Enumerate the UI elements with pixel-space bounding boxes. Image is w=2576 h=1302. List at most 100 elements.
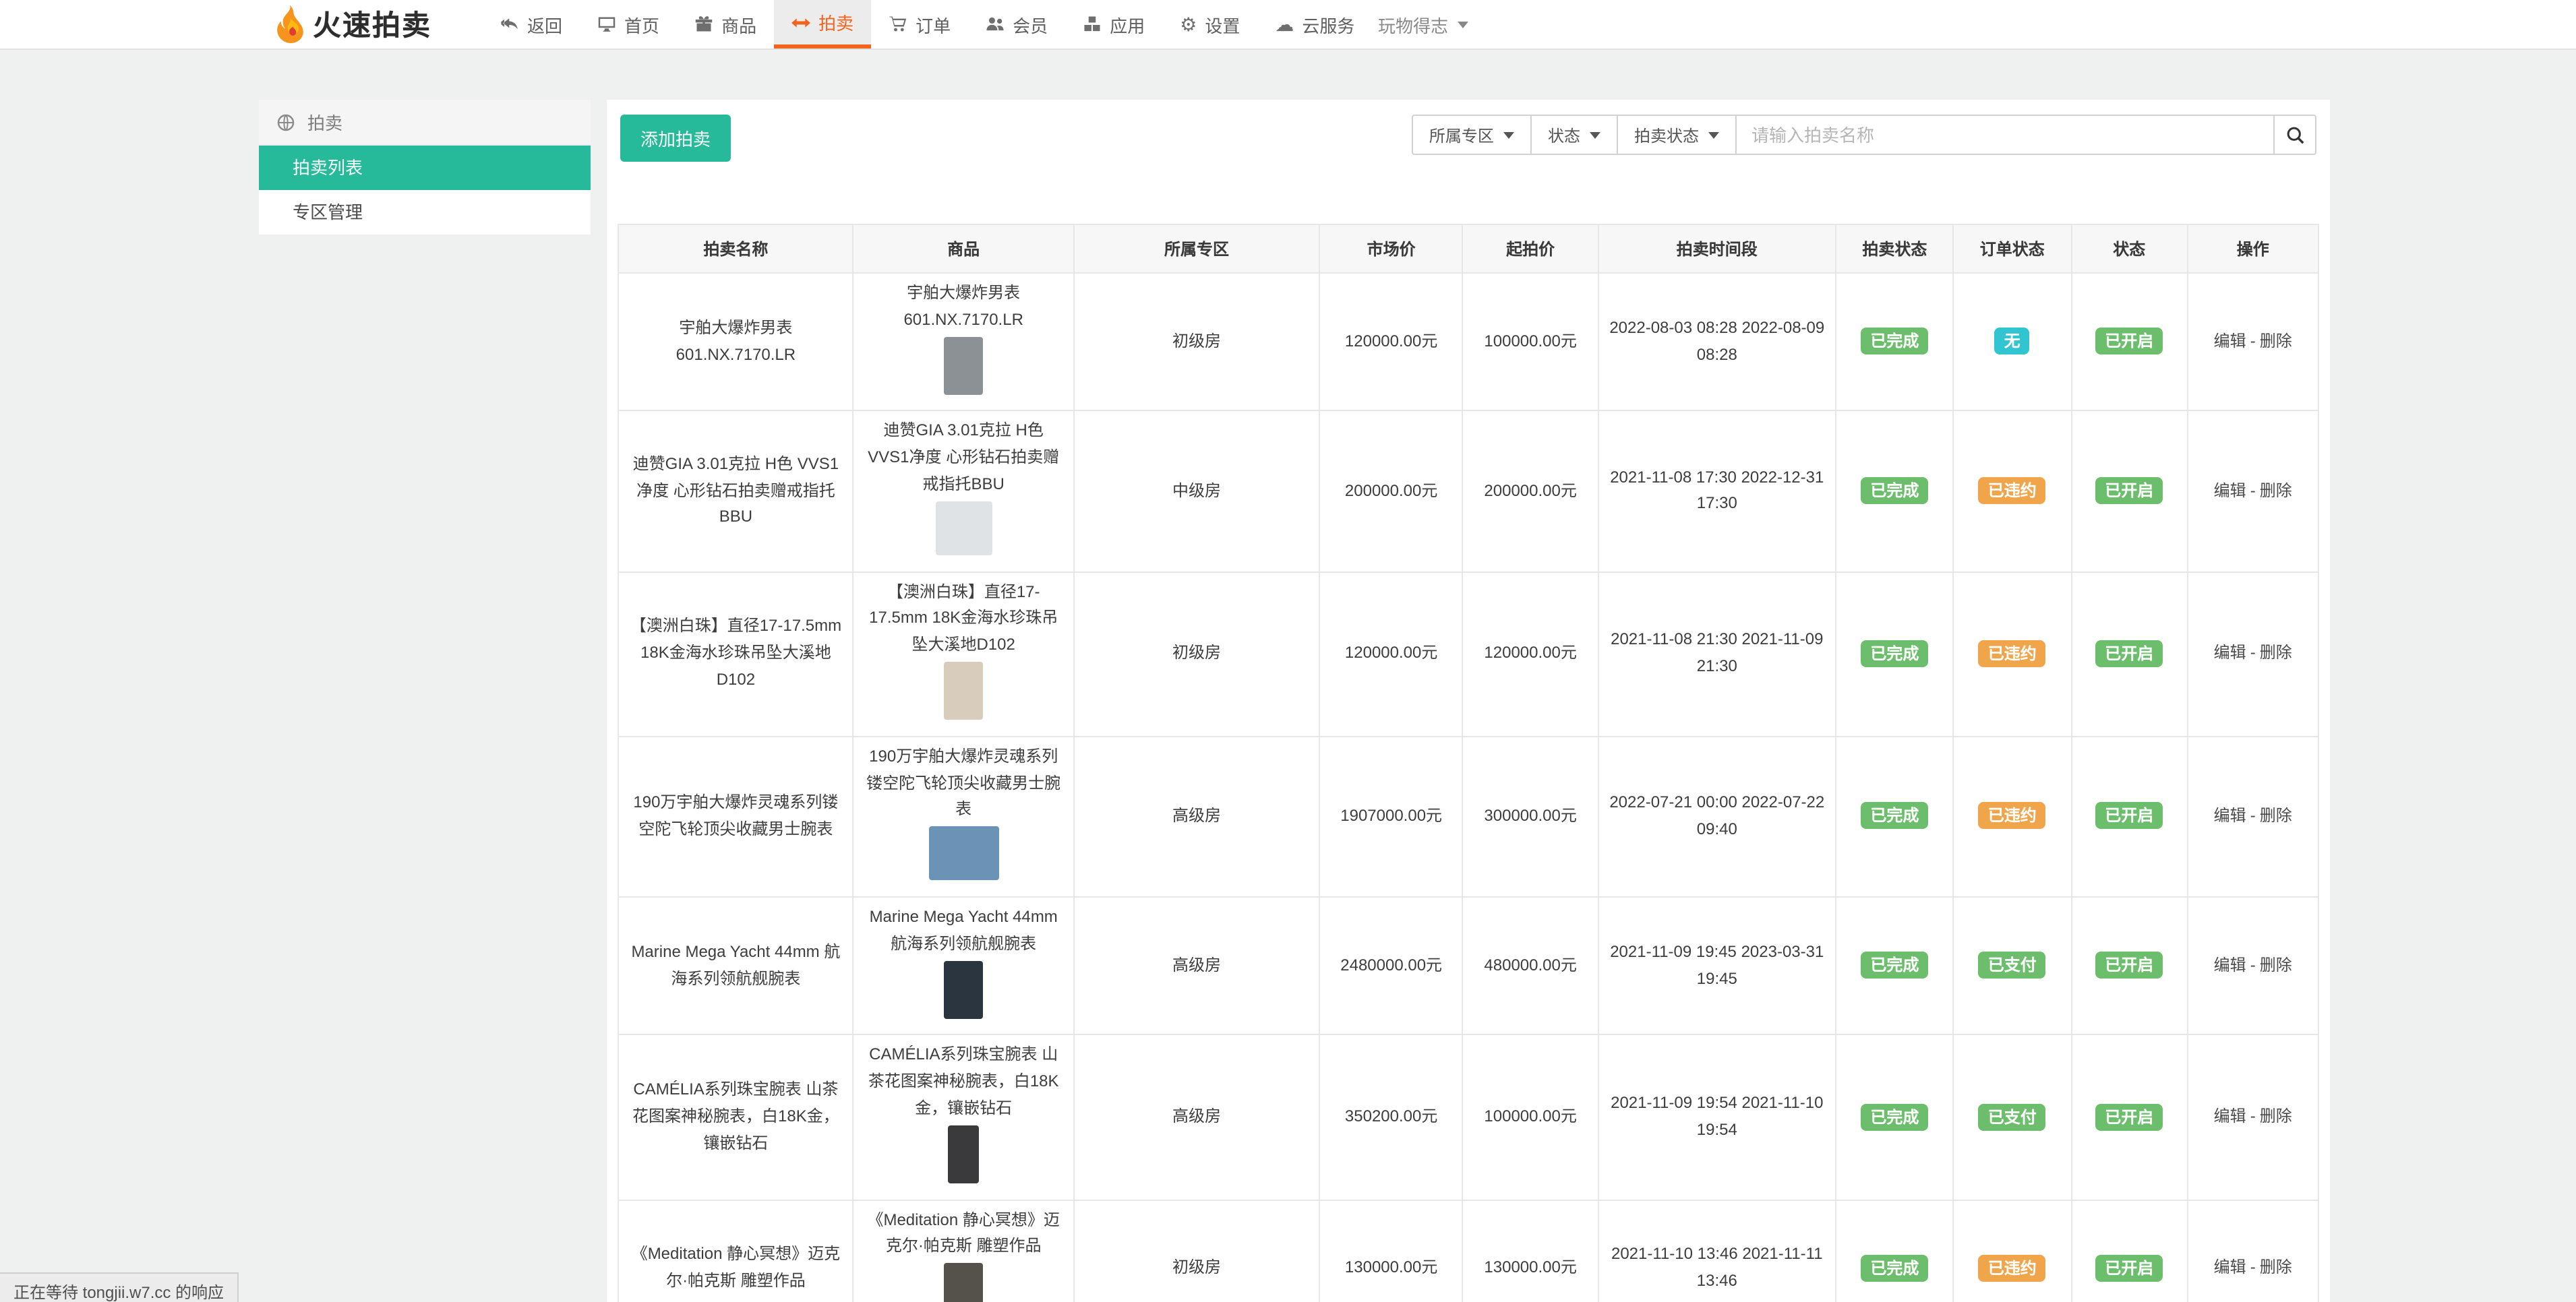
sidebar-item-zone-management[interactable]: 专区管理 [259,190,591,235]
delete-link[interactable]: 删除 [2260,806,2292,825]
table-header-row: 拍卖名称 商品 所属专区 市场价 起拍价 拍卖时间段 拍卖状态 订单状态 状态 … [618,224,2318,273]
product-cell: CAMÉLIA系列珠宝腕表 山茶花图案神秘腕表，白18K金，镶嵌钻石 [853,1035,1074,1200]
auction-status-badge: 已完成 [1861,952,1928,979]
edit-link[interactable]: 编辑 [2214,956,2246,974]
zone: 高级房 [1074,897,1320,1035]
edit-link[interactable]: 编辑 [2214,806,2246,825]
brand-logo[interactable]: 火速拍卖 [274,0,431,49]
auction-period: 2022-07-21 00:00 2022-07-22 09:40 [1598,737,1836,897]
zone-filter-label: 所属专区 [1429,123,1494,146]
auction-table: 拍卖名称 商品 所属专区 市场价 起拍价 拍卖时间段 拍卖状态 订单状态 状态 … [618,224,2319,1302]
auction-period: 2021-11-10 13:46 2021-11-11 13:46 [1598,1200,1836,1302]
zone: 初级房 [1074,273,1320,411]
zone: 高级房 [1074,737,1320,897]
brand-name: 火速拍卖 [313,4,431,44]
auction-name: 迪赞GIA 3.01克拉 H色 VVS1净度 心形钻石拍卖赠戒指托BBU [618,411,853,571]
order-status-badge: 已违约 [1979,640,2046,667]
col-header-start-price: 起拍价 [1463,224,1598,273]
sidebar-item-auction-list[interactable]: 拍卖列表 [259,146,591,190]
nav-item-apps[interactable]: 应用 [1065,0,1162,49]
delete-link[interactable]: 删除 [2260,332,2292,350]
status-badge: 已开启 [2095,952,2163,979]
auction-name: 【澳洲白珠】直径17-17.5mm 18K金海水珍珠吊坠大溪地D102 [618,571,853,736]
status-badge: 已开启 [2095,477,2163,504]
browser-status-tooltip: 正在等待 tongjii.w7.cc 的响应 [0,1272,239,1302]
search-input[interactable] [1735,115,2273,155]
auction-period: 2021-11-09 19:45 2023-03-31 19:45 [1598,897,1836,1035]
globe-icon [276,113,295,131]
market-price: 200000.00元 [1319,411,1463,571]
nav-item-members[interactable]: 会员 [968,0,1065,49]
edit-link[interactable]: 编辑 [2214,1107,2246,1125]
delete-link[interactable]: 删除 [2260,480,2292,499]
status-badge: 已开启 [2095,1255,2163,1282]
product-photo [944,336,983,394]
reply-icon [500,15,519,34]
add-auction-button[interactable]: 添加拍卖 [620,115,731,162]
action-separator: - [2250,1107,2256,1125]
table-row: Marine Mega Yacht 44mm 航海系列领航舰腕表 Marine … [618,897,2318,1035]
start-price: 120000.00元 [1463,571,1598,736]
nav-item-goods[interactable]: 商品 [677,0,774,49]
users-icon [986,15,1005,34]
nav-item-orders[interactable]: 订单 [871,0,968,49]
nav-item-label: 应用 [1110,11,1145,37]
edit-link[interactable]: 编辑 [2214,332,2246,350]
nav-item-auction[interactable]: 拍卖 [774,0,871,49]
cloud-icon: ☁ [1275,15,1294,34]
user-menu[interactable]: 玩物得志 [1378,0,1468,49]
col-header-order-status: 订单状态 [1954,224,2071,273]
nav-item-label: 订单 [916,11,951,37]
start-price: 100000.00元 [1463,1035,1598,1200]
status-badge: 已开启 [2095,1103,2163,1130]
market-price: 2480000.00元 [1319,897,1463,1035]
action-separator: - [2250,644,2256,662]
auction-period: 2021-11-09 19:54 2021-11-10 19:54 [1598,1035,1836,1200]
nav-item-label: 拍卖 [818,9,853,35]
top-navbar: 火速拍卖 返回 首页 商品 [0,0,2576,50]
nav-item-return[interactable]: 返回 [483,0,580,49]
auction-period: 2021-11-08 21:30 2021-11-09 21:30 [1598,571,1836,736]
delete-link[interactable]: 删除 [2260,644,2292,662]
product-photo [928,826,998,880]
delete-link[interactable]: 删除 [2260,1107,2292,1125]
action-separator: - [2250,1258,2256,1277]
table-row: 190万宇舶大爆炸灵魂系列镂空陀飞轮顶尖收藏男士腕表 190万宇舶大爆炸灵魂系列… [618,737,2318,897]
auction-status-badge: 已完成 [1861,1255,1928,1282]
product-cell: 【澳洲白珠】直径17-17.5mm 18K金海水珍珠吊坠大溪地D102 [853,571,1074,736]
edit-link[interactable]: 编辑 [2214,480,2246,499]
nav-item-cloud[interactable]: ☁ 云服务 [1257,0,1372,49]
edit-link[interactable]: 编辑 [2214,644,2246,662]
auction-period: 2021-11-08 17:30 2022-12-31 17:30 [1598,411,1836,571]
sidebar-header-label: 拍卖 [307,109,342,135]
zone-filter-dropdown[interactable]: 所属专区 [1412,115,1530,155]
product-cell: 迪赞GIA 3.01克拉 H色 VVS1净度 心形钻石拍卖赠戒指托BBU [853,411,1074,571]
flame-icon [274,5,306,44]
market-price: 120000.00元 [1319,273,1463,411]
table-row: 【澳洲白珠】直径17-17.5mm 18K金海水珍珠吊坠大溪地D102 【澳洲白… [618,571,2318,736]
arrows-icon [791,13,810,32]
nav-item-label: 设置 [1205,11,1240,37]
action-separator: - [2250,332,2256,350]
delete-link[interactable]: 删除 [2260,956,2292,974]
product-title: 宇舶大爆炸男表 601.NX.7170.LR [862,280,1065,334]
gift-icon [694,15,713,34]
nav-item-settings[interactable]: ⚙ 设置 [1162,0,1257,49]
nav-item-home[interactable]: 首页 [580,0,677,49]
auction-status-badge: 已完成 [1861,1103,1928,1130]
auction-name: 宇舶大爆炸男表 601.NX.7170.LR [618,273,853,411]
search-icon [2285,125,2305,145]
search-button[interactable] [2273,115,2316,155]
auction-status-filter-dropdown[interactable]: 拍卖状态 [1617,115,1735,155]
page: 火速拍卖 返回 首页 商品 [0,0,2576,1302]
auction-status-badge: 已完成 [1861,477,1928,504]
status-filter-dropdown[interactable]: 状态 [1530,115,1617,155]
status-badge: 已开启 [2095,328,2163,355]
auction-status-badge: 已完成 [1861,328,1928,355]
market-price: 130000.00元 [1319,1200,1463,1302]
delete-link[interactable]: 删除 [2260,1258,2292,1277]
col-header-status: 状态 [2071,224,2187,273]
edit-link[interactable]: 编辑 [2214,1258,2246,1277]
auction-name: 190万宇舶大爆炸灵魂系列镂空陀飞轮顶尖收藏男士腕表 [618,737,853,897]
user-menu-label: 玩物得志 [1378,11,1448,37]
